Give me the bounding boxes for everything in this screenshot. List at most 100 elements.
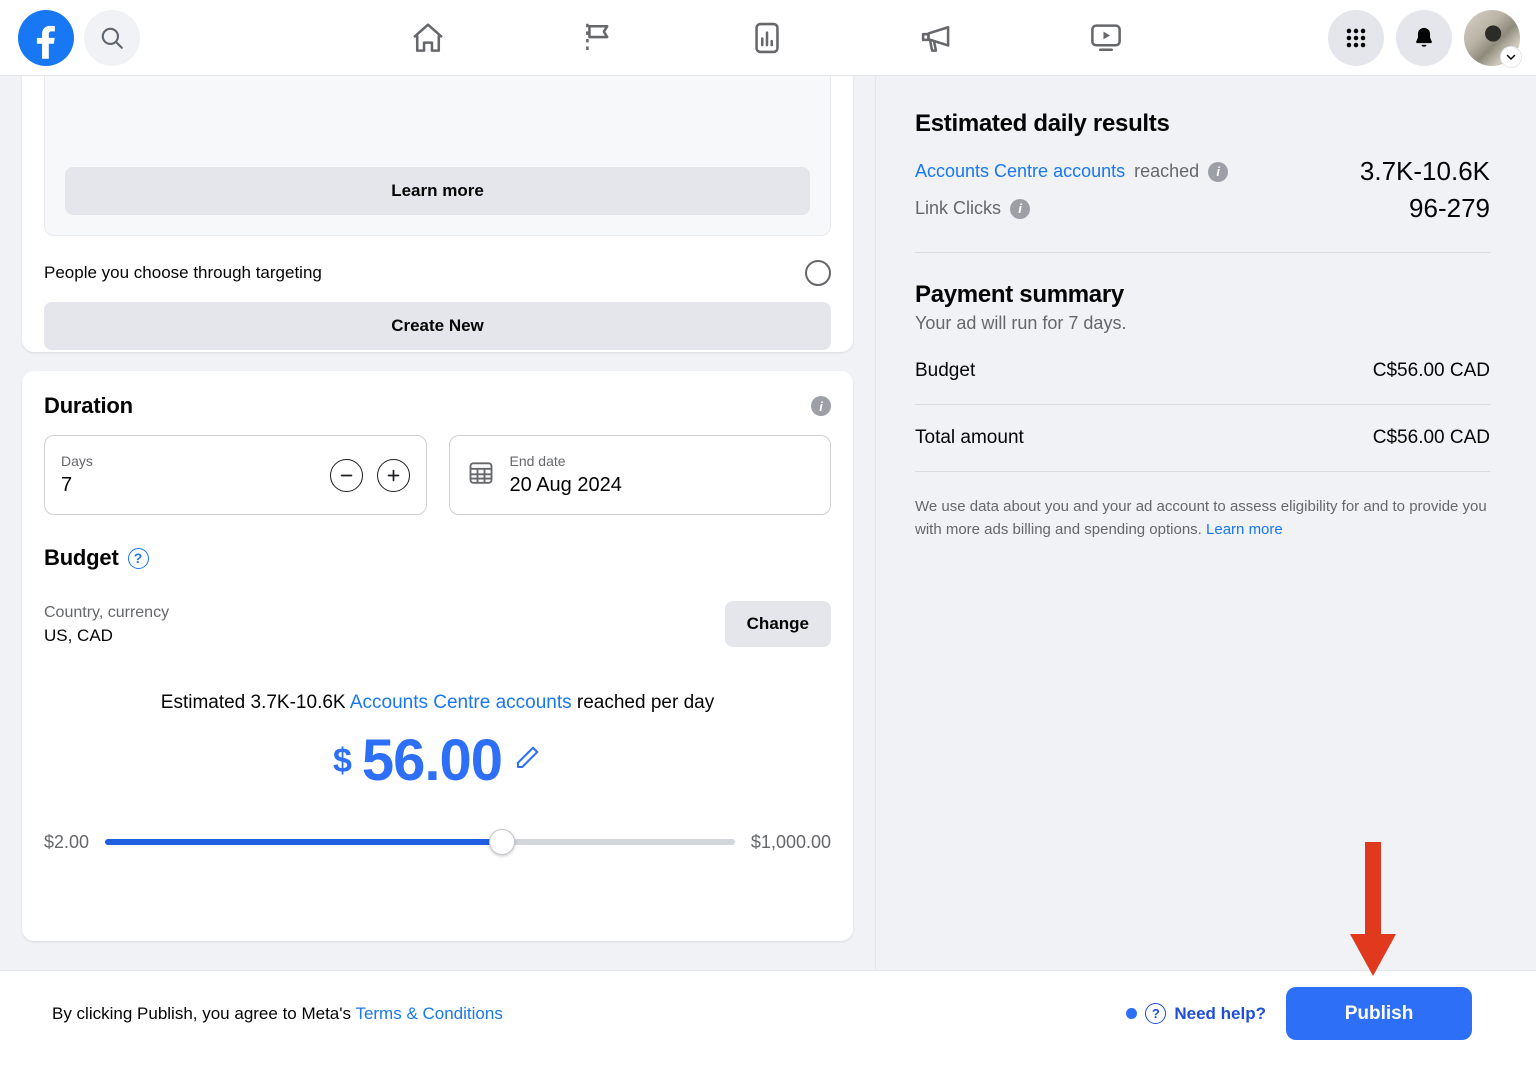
budget-header: Budget ? — [22, 515, 853, 571]
nav-tab-insights[interactable] — [711, 7, 823, 69]
budget-amount-value: 56.00 — [361, 727, 503, 793]
plus-circle-icon[interactable] — [376, 458, 410, 492]
slider-thumb[interactable] — [488, 829, 515, 856]
divider — [915, 471, 1490, 472]
country-currency-label: Country, currency — [44, 604, 170, 621]
slider-fill — [105, 839, 502, 846]
nav-left-group — [0, 9, 140, 66]
payment-total-value: C$56.00 CAD — [1372, 427, 1490, 448]
result-row-link-clicks: Link Clicks i 96-279 — [915, 193, 1490, 224]
end-date-label: End date — [509, 453, 566, 470]
learn-more-link[interactable]: Learn more — [1206, 521, 1283, 538]
budget-slider-row: $2.00 $1,000.00 — [22, 790, 853, 856]
link-clicks-label: Link Clicks — [915, 198, 1002, 218]
payment-budget-value: C$56.00 CAD — [1372, 360, 1490, 381]
payment-summary-subtitle: Your ad will run for 7 days. — [915, 313, 1127, 333]
estimate-prefix: Estimated 3.7K-10.6K — [160, 691, 346, 713]
terms-text: By clicking Publish, you agree to Meta's… — [0, 1004, 503, 1024]
payment-total-label: Total amount — [915, 427, 1024, 448]
country-currency-value: US, CAD — [44, 626, 113, 646]
summary-pane: Estimated daily results Accounts Centre … — [877, 76, 1536, 971]
create-new-button[interactable]: Create New — [44, 302, 831, 350]
pencil-icon[interactable] — [512, 743, 542, 778]
nav-tab-ads[interactable] — [881, 7, 993, 69]
duration-title: Duration — [44, 393, 133, 418]
need-help-button[interactable]: ? Need help? — [1126, 1003, 1266, 1024]
days-value: 7 — [61, 473, 73, 496]
slider-min-label: $2.00 — [44, 831, 90, 852]
top-navigation-bar — [0, 0, 1536, 76]
targeting-option-label: People you choose through targeting — [44, 263, 322, 282]
targeting-radio-button[interactable] — [805, 260, 831, 286]
need-help-label: Need help? — [1174, 1003, 1266, 1023]
days-stepper[interactable]: Days 7 — [44, 435, 427, 515]
bell-icon[interactable] — [1396, 9, 1452, 66]
budget-title: Budget — [44, 545, 119, 570]
nav-tab-video[interactable] — [1050, 7, 1162, 69]
facebook-logo-icon[interactable] — [18, 9, 74, 66]
reached-text: reached — [1134, 161, 1200, 181]
nav-right-group — [1328, 0, 1522, 75]
budget-slider[interactable] — [105, 829, 735, 856]
currency-symbol: $ — [332, 741, 352, 780]
bottom-action-bar: By clicking Publish, you agree to Meta's… — [0, 970, 1536, 1056]
end-date-field[interactable]: End date 20 Aug 2024 — [448, 435, 831, 515]
terms-and-conditions-link[interactable]: Terms & Conditions — [355, 1004, 502, 1023]
accounts-centre-link[interactable]: Accounts Centre accounts — [915, 161, 1125, 182]
link-clicks-label-group: Link Clicks i — [915, 198, 1031, 219]
payment-summary-title: Payment summary — [915, 281, 1124, 308]
days-label: Days — [61, 453, 93, 470]
nav-tabs — [372, 0, 1162, 75]
page-body: Learn more People you choose through tar… — [0, 76, 1536, 1066]
nav-tab-home[interactable] — [372, 7, 484, 69]
status-dot-icon — [1126, 1008, 1138, 1019]
targeting-option-row[interactable]: People you choose through targeting — [22, 236, 853, 286]
info-icon[interactable]: i — [1010, 198, 1031, 219]
learn-more-button[interactable]: Learn more — [65, 167, 810, 215]
duration-fields: Days 7 End date 20 Aug 2024 — [22, 419, 853, 515]
accounts-centre-link[interactable]: Accounts Centre accounts — [350, 692, 572, 713]
nav-tab-pages[interactable] — [542, 7, 654, 69]
avatar[interactable] — [1464, 9, 1522, 68]
payment-row-total: Total amount C$56.00 CAD — [915, 405, 1490, 471]
bottom-bar-right-group: ? Need help? Publish — [1126, 987, 1472, 1040]
days-labels: Days 7 — [61, 451, 330, 498]
slider-max-label: $1,000.00 — [750, 831, 831, 852]
stepper-group — [329, 458, 410, 492]
question-circle-icon[interactable]: ? — [127, 547, 149, 569]
link-clicks-value: 96-279 — [1409, 193, 1490, 223]
question-circle-icon: ? — [1145, 1003, 1167, 1024]
search-icon[interactable] — [84, 9, 140, 66]
end-date-labels: End date 20 Aug 2024 — [510, 451, 815, 498]
budget-amount-row: $ 56.00 — [22, 714, 853, 790]
audience-card: Learn more People you choose through tar… — [22, 76, 853, 352]
chevron-down-icon[interactable] — [1500, 45, 1522, 68]
estimate-suffix: reached per day — [576, 691, 715, 713]
duration-header: Duration i — [22, 371, 853, 419]
currency-row: Country, currency US, CAD Change — [22, 571, 853, 648]
result-row-accounts-reached: Accounts Centre accounts reached i 3.7K-… — [915, 156, 1490, 187]
create-new-wrap: Create New — [22, 286, 853, 376]
calendar-icon — [466, 458, 496, 493]
terms-prefix: By clicking Publish, you agree to Meta's — [52, 1003, 352, 1023]
billing-note-text: We use data about you and your ad accoun… — [915, 498, 1487, 538]
grid-menu-icon[interactable] — [1328, 9, 1384, 66]
minus-circle-icon[interactable] — [329, 458, 363, 492]
audience-info-box: Learn more — [44, 76, 831, 236]
payment-row-budget: Budget C$56.00 CAD — [915, 334, 1490, 404]
left-form-pane: Learn more People you choose through tar… — [0, 76, 876, 971]
currency-block: Country, currency US, CAD — [44, 601, 169, 648]
divider — [915, 252, 1490, 253]
billing-note: We use data about you and your ad accoun… — [915, 496, 1490, 541]
estimated-reach-line: Estimated 3.7K-10.6K Accounts Centre acc… — [22, 648, 853, 714]
estimated-results-title: Estimated daily results — [915, 110, 1170, 137]
accounts-reached-value: 3.7K-10.6K — [1359, 156, 1490, 186]
payment-budget-label: Budget — [915, 360, 976, 381]
info-icon[interactable]: i — [1208, 161, 1229, 182]
accounts-reached-label: Accounts Centre accounts reached i — [915, 161, 1229, 182]
publish-button[interactable]: Publish — [1286, 987, 1472, 1040]
end-date-value: 20 Aug 2024 — [509, 473, 622, 496]
window-bottom-strip — [0, 1056, 1536, 1066]
info-icon[interactable]: i — [811, 396, 831, 416]
change-currency-button[interactable]: Change — [724, 601, 831, 648]
